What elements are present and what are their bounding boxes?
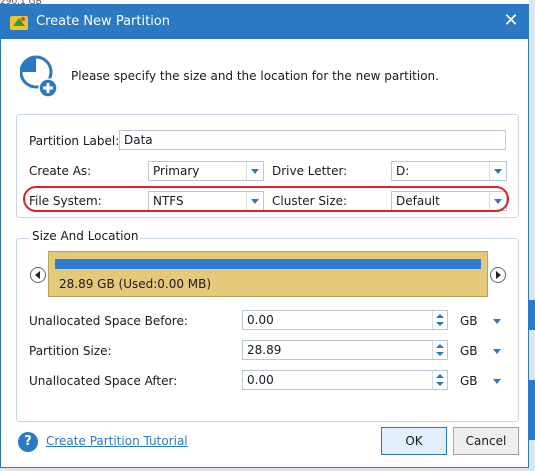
drive-letter-label: Drive Letter: <box>272 164 348 178</box>
ok-button[interactable]: OK <box>381 427 447 455</box>
file-system-highlight-ring <box>23 186 509 212</box>
partition-used-bar[interactable] <box>55 259 481 269</box>
unallocated-before-value: 0.00 <box>247 313 274 327</box>
close-button[interactable]: ✕ <box>502 12 520 30</box>
spin-up-icon[interactable] <box>436 314 444 318</box>
dialog-title: Create New Partition <box>36 14 170 29</box>
partition-map[interactable]: 28.89 GB (Used:0.00 MB) <box>48 251 488 297</box>
partition-size-label: Partition Size: <box>29 344 112 358</box>
unit-dropdown-icon[interactable] <box>490 373 504 389</box>
spinner[interactable] <box>432 371 447 389</box>
unallocated-before-label: Unallocated Space Before: <box>29 314 188 328</box>
partition-size-unit: GB <box>460 344 478 358</box>
drive-letter-value: D: <box>396 164 410 178</box>
instruction-text: Please specify the size and the location… <box>71 69 439 83</box>
unallocated-after-input[interactable]: 0.00 <box>242 370 448 390</box>
unit-dropdown-icon[interactable] <box>490 313 504 329</box>
unit-dropdown-icon[interactable] <box>490 343 504 359</box>
spin-up-icon[interactable] <box>436 344 444 348</box>
unallocated-after-unit: GB <box>460 374 478 388</box>
create-as-label: Create As: <box>29 164 92 178</box>
spin-up-icon[interactable] <box>436 374 444 378</box>
question-icon[interactable]: ? <box>18 432 38 452</box>
chevron-down-icon[interactable] <box>246 162 263 180</box>
partition-label-label: Partition Label: <box>29 134 120 148</box>
partition-label-input[interactable]: Data <box>119 130 506 150</box>
move-left-button[interactable] <box>30 267 46 283</box>
spinner[interactable] <box>432 311 447 329</box>
partition-size-value: 28.89 <box>247 343 282 357</box>
partition-size-input[interactable]: 28.89 <box>242 340 448 360</box>
title-bar: Create New Partition ✕ <box>1 5 528 39</box>
drive-letter-select[interactable]: D: <box>391 161 507 181</box>
chevron-down-icon[interactable] <box>489 162 506 180</box>
create-partition-tutorial-link[interactable]: Create Partition Tutorial <box>46 434 188 448</box>
unallocated-after-value: 0.00 <box>247 373 274 387</box>
spin-down-icon[interactable] <box>436 382 444 386</box>
unallocated-after-label: Unallocated Space After: <box>29 374 178 388</box>
disk-add-icon <box>20 55 58 98</box>
create-as-select[interactable]: Primary <box>148 161 264 181</box>
move-right-button[interactable] <box>490 267 506 283</box>
partition-summary: 28.89 GB (Used:0.00 MB) <box>59 277 212 291</box>
unallocated-before-input[interactable]: 0.00 <box>242 310 448 330</box>
create-as-value: Primary <box>153 164 200 178</box>
spin-down-icon[interactable] <box>436 352 444 356</box>
background-right-edge <box>529 0 535 471</box>
spinner[interactable] <box>432 341 447 359</box>
size-location-title: Size And Location <box>29 229 142 243</box>
cancel-button[interactable]: Cancel <box>453 427 519 455</box>
spin-down-icon[interactable] <box>436 322 444 326</box>
unallocated-before-unit: GB <box>460 314 478 328</box>
partition-wizard-icon <box>10 16 28 30</box>
